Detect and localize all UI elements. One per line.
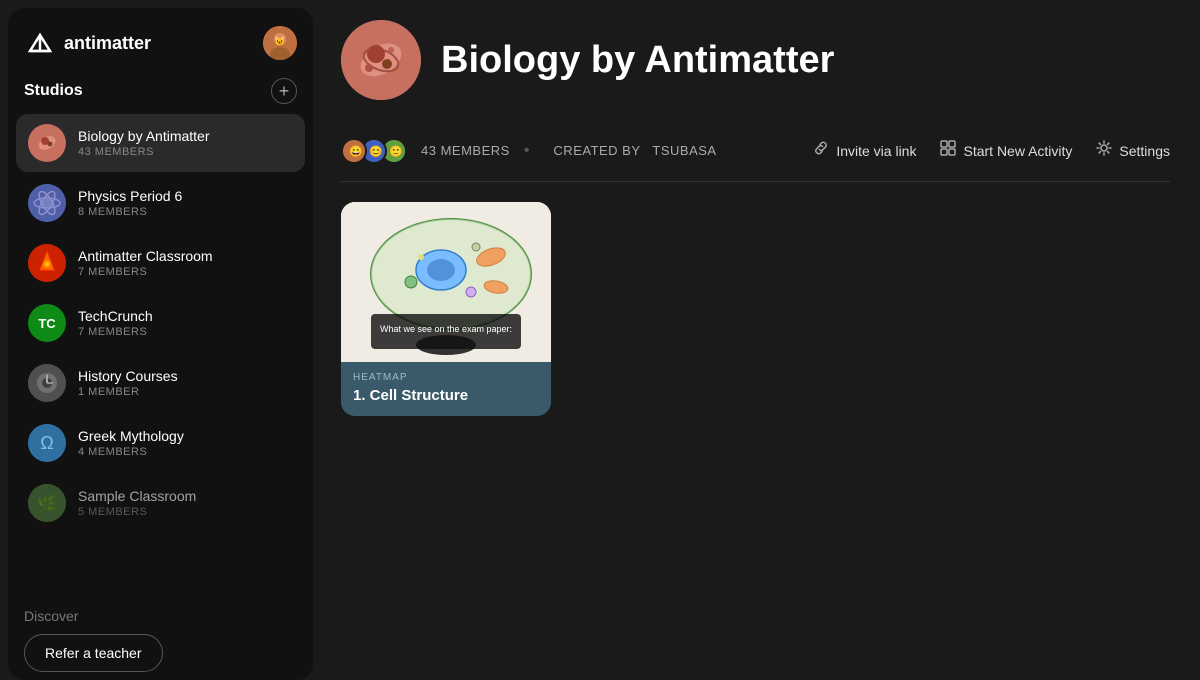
- physics-name: Physics Period 6: [78, 188, 293, 204]
- studios-header: Studios +: [16, 72, 305, 114]
- studio-large-icon: [341, 20, 421, 100]
- greek-icon: Ω: [28, 424, 66, 462]
- app-name: antimatter: [64, 33, 151, 54]
- studio-title-area: Biology by Antimatter: [441, 39, 1170, 82]
- member-avatars: 😀 😊 🙂: [341, 138, 401, 164]
- svg-text:😊: 😊: [369, 145, 383, 158]
- studios-section: Studios + Biology by Antimatter 43 MEMBE…: [8, 72, 313, 596]
- physics-info: Physics Period 6 8 MEMBERS: [78, 188, 293, 218]
- studio-meta-left: 😀 😊 🙂 43 MEMBERS • CREATED BY TSUBASA: [341, 138, 717, 164]
- refer-teacher-button[interactable]: Refer a teacher: [24, 634, 163, 672]
- logo-area: antimatter: [24, 27, 151, 59]
- antimatter-classroom-info: Antimatter Classroom 7 MEMBERS: [78, 248, 293, 278]
- studio-main-title: Biology by Antimatter: [441, 39, 1170, 82]
- main-content: Biology by Antimatter 😀 😊 🙂 43 MEMBERS •…: [321, 0, 1200, 672]
- add-studio-button[interactable]: +: [271, 78, 297, 104]
- separator: •: [524, 142, 530, 160]
- svg-text:🐱: 🐱: [274, 36, 285, 46]
- studios-label: Studios: [24, 82, 83, 100]
- physics-icon: [28, 184, 66, 222]
- sidebar-item-biology[interactable]: Biology by Antimatter 43 MEMBERS: [16, 114, 305, 172]
- activity-title: 1. Cell Structure: [353, 387, 539, 404]
- settings-icon: [1096, 140, 1112, 161]
- sidebar-item-techcrunch[interactable]: TC TechCrunch 7 MEMBERS: [16, 294, 305, 352]
- sidebar-header: antimatter 🐱: [8, 8, 313, 72]
- discover-section: Discover Refer a teacher: [8, 596, 313, 680]
- activity-card-cell-structure[interactable]: What we see on the exam paper: HEATMAP 1…: [341, 202, 551, 416]
- sample-name: Sample Classroom: [78, 488, 293, 504]
- biology-name: Biology by Antimatter: [78, 128, 293, 144]
- antimatter-logo-icon: [24, 27, 56, 59]
- greek-name: Greek Mythology: [78, 428, 293, 444]
- techcrunch-tc-text: TC: [38, 316, 55, 331]
- biology-icon: [28, 124, 66, 162]
- greek-members: 4 MEMBERS: [78, 446, 293, 458]
- studio-actions: Invite via link Start New Activity: [813, 134, 1170, 167]
- sidebar: antimatter 🐱 Studios +: [8, 8, 313, 680]
- grid-icon: [940, 140, 956, 161]
- discover-label: Discover: [24, 608, 297, 624]
- svg-text:😀: 😀: [349, 145, 363, 158]
- techcrunch-icon: TC: [28, 304, 66, 342]
- greek-info: Greek Mythology 4 MEMBERS: [78, 428, 293, 458]
- sidebar-item-greek[interactable]: Ω Greek Mythology 4 MEMBERS: [16, 414, 305, 472]
- svg-text:🙂: 🙂: [389, 145, 403, 158]
- member-count: 43 MEMBERS: [421, 143, 510, 158]
- history-info: History Courses 1 MEMBER: [78, 368, 293, 398]
- activity-type: HEATMAP: [353, 372, 539, 383]
- svg-text:🌿: 🌿: [37, 494, 57, 513]
- svg-text:Ω: Ω: [40, 433, 53, 453]
- activity-card-image: What we see on the exam paper:: [341, 202, 551, 362]
- start-new-activity-button[interactable]: Start New Activity: [940, 134, 1072, 167]
- antimatter-classroom-name: Antimatter Classroom: [78, 248, 293, 264]
- user-avatar[interactable]: 🐱: [263, 26, 297, 60]
- sidebar-item-history[interactable]: History Courses 1 MEMBER: [16, 354, 305, 412]
- invite-via-link-button[interactable]: Invite via link: [813, 134, 916, 167]
- svg-text:What we see on the exam paper:: What we see on the exam paper:: [380, 324, 512, 334]
- created-by-label: CREATED BY TSUBASA: [553, 143, 716, 158]
- physics-members: 8 MEMBERS: [78, 206, 293, 218]
- studio-meta-bar: 😀 😊 🙂 43 MEMBERS • CREATED BY TSUBASA: [341, 120, 1170, 182]
- sample-info: Sample Classroom 5 MEMBERS: [78, 488, 293, 518]
- biology-info: Biology by Antimatter 43 MEMBERS: [78, 128, 293, 158]
- settings-button[interactable]: Settings: [1096, 134, 1170, 167]
- history-icon: [28, 364, 66, 402]
- biology-members: 43 MEMBERS: [78, 146, 293, 158]
- history-name: History Courses: [78, 368, 293, 384]
- sidebar-item-antimatter[interactable]: Antimatter Classroom 7 MEMBERS: [16, 234, 305, 292]
- sample-icon: 🌿: [28, 484, 66, 522]
- techcrunch-members: 7 MEMBERS: [78, 326, 293, 338]
- sample-members: 5 MEMBERS: [78, 506, 293, 518]
- sidebar-item-sample[interactable]: 🌿 Sample Classroom 5 MEMBERS: [16, 474, 305, 532]
- studio-header-area: Biology by Antimatter: [341, 20, 1170, 100]
- antimatter-classroom-members: 7 MEMBERS: [78, 266, 293, 278]
- techcrunch-info: TechCrunch 7 MEMBERS: [78, 308, 293, 338]
- techcrunch-name: TechCrunch: [78, 308, 293, 324]
- member-avatar-1: 😀: [341, 138, 367, 164]
- history-members: 1 MEMBER: [78, 386, 293, 398]
- antimatter-classroom-icon: [28, 244, 66, 282]
- link-icon: [813, 140, 829, 161]
- activities-grid: What we see on the exam paper: HEATMAP 1…: [341, 202, 1170, 416]
- sidebar-item-physics[interactable]: Physics Period 6 8 MEMBERS: [16, 174, 305, 232]
- activity-card-label-area: HEATMAP 1. Cell Structure: [341, 362, 551, 416]
